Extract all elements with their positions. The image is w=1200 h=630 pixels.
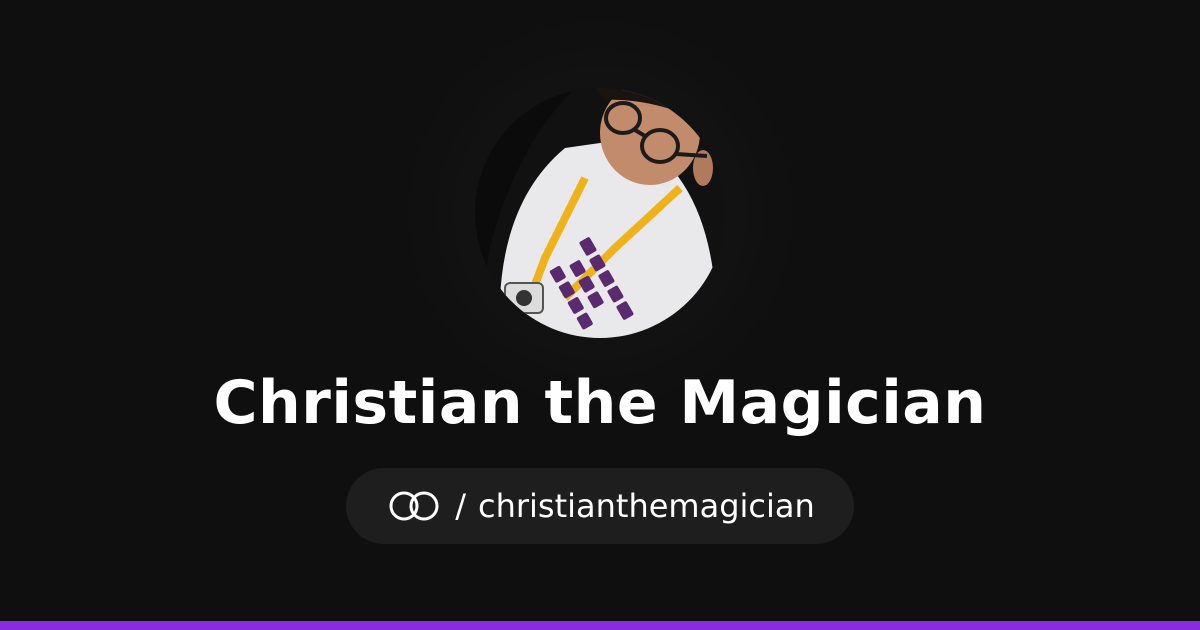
handle-link[interactable]: / christianthemagician	[346, 468, 854, 544]
avatar-photo	[475, 88, 725, 338]
profile-card: Christian the Magician / christianthemag…	[0, 0, 1200, 630]
accent-bar	[0, 621, 1200, 630]
display-name: Christian the Magician	[213, 368, 987, 438]
avatar	[475, 88, 725, 338]
handle-separator: /	[455, 487, 466, 525]
handle-text: christianthemagician	[477, 487, 815, 525]
interlocking-rings-icon	[389, 491, 439, 521]
